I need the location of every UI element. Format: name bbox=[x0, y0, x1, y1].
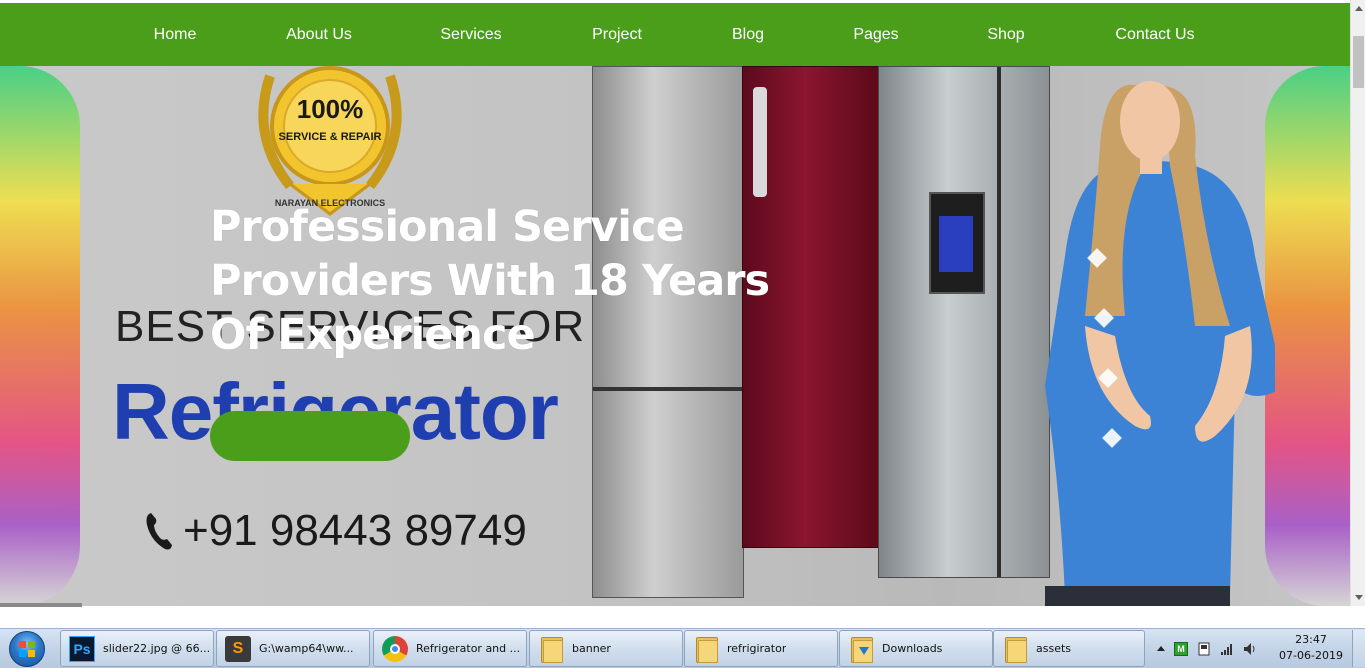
woman-in-blue-shirt-image bbox=[1045, 81, 1275, 606]
start-button[interactable] bbox=[2, 630, 52, 668]
nav-item-pages[interactable]: Pages bbox=[853, 3, 898, 66]
taskbar-button-label: banner bbox=[572, 642, 611, 655]
taskbar-button-folder-assets[interactable]: assets bbox=[993, 630, 1145, 667]
slider-progress-indicator bbox=[0, 603, 82, 607]
service-badge-logo: 100% SERVICE & REPAIR NARAYAN ELECTRONIC… bbox=[258, 66, 402, 216]
volume-icon[interactable] bbox=[1243, 642, 1257, 656]
scroll-up-arrow-icon[interactable] bbox=[1351, 0, 1365, 17]
rainbow-swirl-right bbox=[1265, 66, 1350, 606]
clock-date: 07-06-2019 bbox=[1279, 649, 1343, 662]
taskbar-button-label: assets bbox=[1036, 642, 1072, 655]
hero-cta-button[interactable] bbox=[210, 411, 410, 461]
banner-phone-row: +91 98443 89749 bbox=[145, 506, 527, 556]
banner-phone-number: +91 98443 89749 bbox=[183, 506, 527, 555]
hero-title: Professional Service Providers With 18 Y… bbox=[210, 202, 770, 360]
green-app-icon[interactable]: M bbox=[1174, 641, 1188, 656]
nav-item-contact-us[interactable]: Contact Us bbox=[1115, 3, 1194, 66]
network-signal-icon[interactable] bbox=[1220, 642, 1234, 656]
badge-text: SERVICE & REPAIR bbox=[279, 131, 382, 143]
scroll-down-arrow-icon[interactable] bbox=[1351, 589, 1365, 606]
nav-item-blog[interactable]: Blog bbox=[732, 3, 764, 66]
taskbar-clock[interactable]: 23:47 07-06-2019 bbox=[1278, 632, 1344, 664]
nav-item-project[interactable]: Project bbox=[592, 3, 642, 66]
nav-item-shop[interactable]: Shop bbox=[987, 3, 1024, 66]
folder-icon bbox=[1003, 635, 1027, 663]
phone-icon bbox=[146, 513, 172, 550]
photoshop-icon: Ps bbox=[69, 635, 95, 662]
badge-percent: 100% bbox=[297, 94, 364, 124]
taskbar-button-sublime[interactable]: S G:\wamp64\ww... bbox=[216, 630, 370, 667]
taskbar-button-label: refrigirator bbox=[727, 642, 787, 655]
rainbow-swirl-left bbox=[0, 66, 80, 606]
chrome-icon bbox=[382, 635, 408, 662]
show-desktop-button[interactable] bbox=[1352, 630, 1365, 667]
nav-item-about-us[interactable]: About Us bbox=[286, 3, 352, 66]
clock-time: 23:47 bbox=[1295, 633, 1327, 646]
taskbar-button-folder-refrigirator[interactable]: refrigirator bbox=[684, 630, 838, 667]
taskbar-button-folder-banner[interactable]: banner bbox=[529, 630, 683, 667]
sublime-text-icon: S bbox=[225, 635, 251, 662]
nav-item-services[interactable]: Services bbox=[440, 3, 501, 66]
device-icon[interactable] bbox=[1197, 642, 1211, 656]
windows-taskbar: Ps slider22.jpg @ 66... S G:\wamp64\ww..… bbox=[0, 628, 1365, 668]
page-scrollbar[interactable] bbox=[1350, 0, 1365, 606]
windows-logo-icon bbox=[9, 631, 45, 667]
folder-icon bbox=[539, 635, 563, 663]
taskbar-button-label: slider22.jpg @ 66... bbox=[103, 642, 211, 655]
show-hidden-icons-arrow-icon[interactable] bbox=[1157, 646, 1165, 651]
downloads-folder-icon bbox=[849, 635, 873, 663]
taskbar-button-photoshop[interactable]: Ps slider22.jpg @ 66... bbox=[60, 630, 214, 667]
browser-viewport: Home About Us Services Project Blog Page… bbox=[0, 0, 1365, 628]
scrollbar-thumb[interactable] bbox=[1353, 36, 1364, 88]
nav-item-home[interactable]: Home bbox=[154, 3, 197, 66]
fridge-side-by-side bbox=[878, 66, 1050, 578]
water-dispenser bbox=[929, 192, 985, 294]
main-navbar: Home About Us Services Project Blog Page… bbox=[0, 3, 1350, 66]
hero-slider: 100% SERVICE & REPAIR NARAYAN ELECTRONIC… bbox=[0, 66, 1350, 606]
taskbar-button-label: Downloads bbox=[882, 642, 943, 655]
taskbar-button-label: Refrigerator and ... bbox=[416, 642, 521, 655]
taskbar-button-downloads[interactable]: Downloads bbox=[839, 630, 993, 667]
folder-icon bbox=[694, 635, 718, 663]
taskbar-button-label: G:\wamp64\ww... bbox=[259, 642, 354, 655]
taskbar-button-chrome[interactable]: Refrigerator and ... bbox=[373, 630, 527, 667]
